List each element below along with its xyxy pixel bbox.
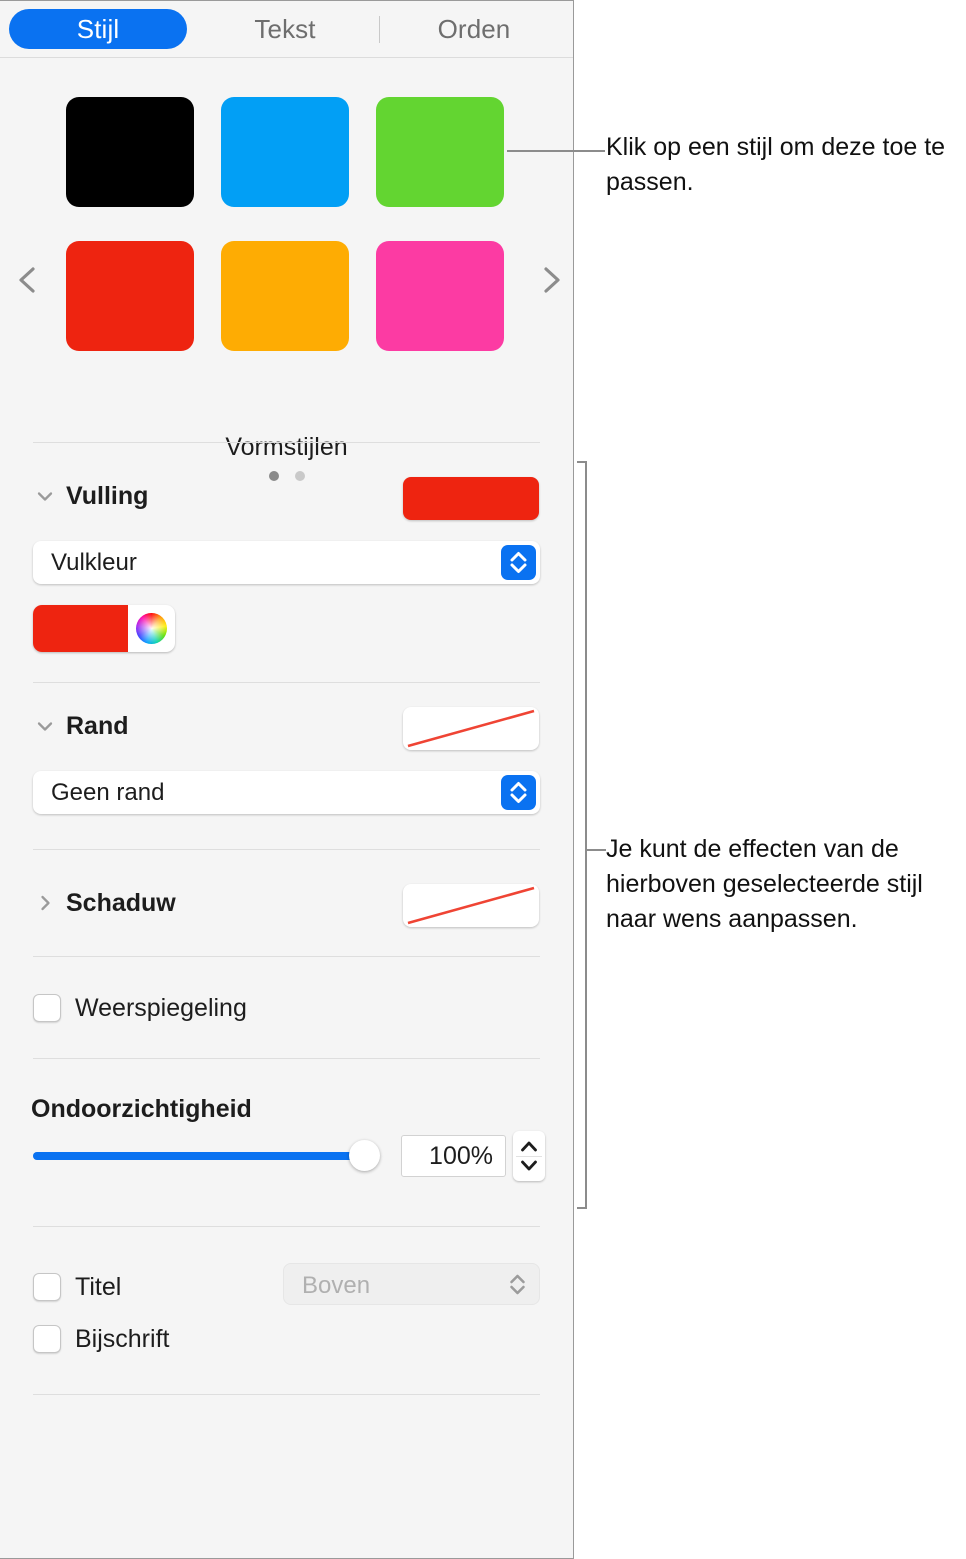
- fill-section-header: Vulling: [33, 479, 333, 513]
- reflection-row[interactable]: Weerspiegeling: [33, 991, 353, 1025]
- chevron-right-icon[interactable]: [33, 891, 57, 915]
- callout-text-1: Klik op een stijl om deze toe te passen.: [606, 133, 946, 196]
- chevron-up-down-icon: [501, 545, 536, 580]
- title-label: Titel: [75, 1273, 122, 1301]
- shadow-section-header: Schaduw: [33, 886, 333, 920]
- separator-above-title: [33, 1226, 540, 1227]
- opacity-slider-fill: [33, 1152, 364, 1160]
- tab-divider: [379, 16, 380, 43]
- chevron-down-icon[interactable]: [33, 484, 57, 508]
- border-type-value: Geen rand: [51, 779, 165, 806]
- separator-above-shadow: [33, 849, 540, 850]
- shape-style-grid: [66, 97, 507, 351]
- shadow-section-title: Schaduw: [66, 889, 176, 917]
- border-section-header: Rand: [33, 709, 333, 743]
- chevron-up-down-icon: [501, 775, 536, 810]
- separator-below-caption: [33, 1394, 540, 1395]
- style-swatch-orange[interactable]: [221, 241, 349, 351]
- callout-leader-line-1: [507, 150, 605, 152]
- opacity-label: Ondoorzichtigheid: [31, 1095, 252, 1123]
- title-checkbox[interactable]: [33, 1273, 61, 1301]
- callout-bracket-line: [585, 461, 587, 1209]
- separator-above-reflection: [33, 956, 540, 957]
- format-inspector-panel: Stijl Tekst Orden Vormstijlen Vulling Vu…: [0, 0, 574, 1559]
- inspector-tab-bar: Stijl Tekst Orden: [0, 1, 573, 58]
- border-section-title: Rand: [66, 712, 129, 740]
- style-swatch-red[interactable]: [66, 241, 194, 351]
- style-swatch-pink[interactable]: [376, 241, 504, 351]
- shadow-preview-swatch-none[interactable]: [403, 884, 539, 927]
- fill-section-title: Vulling: [66, 482, 149, 510]
- style-swatch-blue[interactable]: [221, 97, 349, 207]
- reflection-checkbox[interactable]: [33, 994, 61, 1022]
- tab-orden[interactable]: Orden: [385, 9, 563, 49]
- chevron-up-down-icon: [500, 1267, 535, 1302]
- fill-type-popup[interactable]: Vulkleur: [33, 541, 540, 584]
- opacity-slider[interactable]: [33, 1140, 380, 1171]
- chevron-down-icon[interactable]: [33, 714, 57, 738]
- border-type-popup[interactable]: Geen rand: [33, 771, 540, 814]
- chevron-left-icon[interactable]: [6, 258, 50, 302]
- style-swatch-green[interactable]: [376, 97, 504, 207]
- fill-type-value: Vulkleur: [51, 549, 137, 576]
- tab-tekst[interactable]: Tekst: [196, 9, 374, 49]
- fill-color-swatch: [33, 605, 128, 652]
- tab-stijl[interactable]: Stijl: [9, 9, 187, 49]
- border-preview-swatch-none[interactable]: [403, 707, 539, 750]
- opacity-value-field[interactable]: 100%: [401, 1135, 506, 1177]
- callout-bracket-bottom-cap: [577, 1207, 587, 1209]
- stepper-up-down-icon[interactable]: [513, 1131, 545, 1181]
- reflection-label: Weerspiegeling: [75, 994, 247, 1022]
- fill-color-well[interactable]: [33, 605, 175, 652]
- title-position-value: Boven: [302, 1272, 371, 1299]
- callout-leader-line-2: [587, 849, 606, 851]
- stepper-divider: [516, 1155, 542, 1157]
- style-swatch-black[interactable]: [66, 97, 194, 207]
- caption-checkbox[interactable]: [33, 1325, 61, 1353]
- separator-above-opacity: [33, 1058, 540, 1059]
- separator-above-fill: [33, 442, 540, 443]
- opacity-slider-thumb[interactable]: [349, 1140, 380, 1171]
- color-wheel-icon[interactable]: [136, 613, 167, 644]
- callout-bracket-top-cap: [577, 461, 587, 463]
- shape-styles-carousel: Vormstijlen: [0, 58, 573, 481]
- title-row[interactable]: Titel: [33, 1270, 253, 1304]
- separator-above-border: [33, 682, 540, 683]
- carousel-label: Vormstijlen: [225, 433, 348, 461]
- fill-preview-swatch[interactable]: [403, 477, 539, 520]
- title-position-popup[interactable]: Boven: [283, 1263, 540, 1305]
- caption-label: Bijschrift: [75, 1325, 170, 1353]
- caption-row[interactable]: Bijschrift: [33, 1322, 293, 1356]
- callout-text-2: Je kunt de effecten van de hierboven ges…: [606, 835, 923, 933]
- chevron-right-icon[interactable]: [529, 258, 573, 302]
